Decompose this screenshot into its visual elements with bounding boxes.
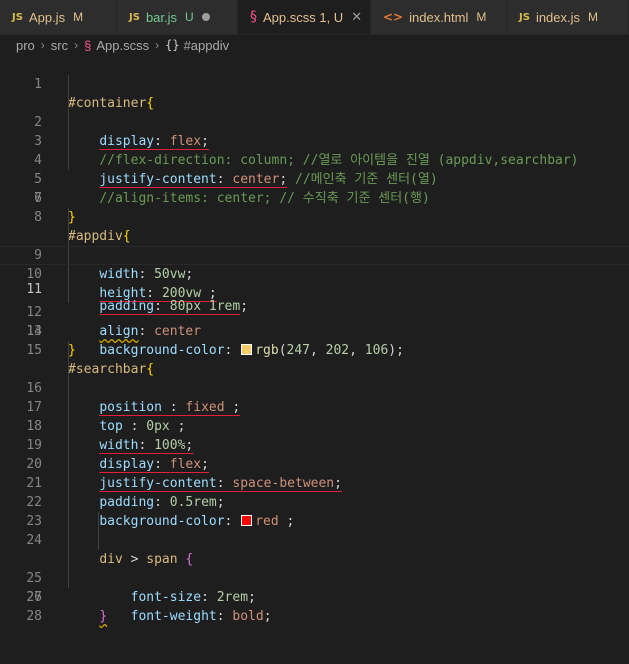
chevron-right-icon: › <box>155 38 160 52</box>
tab-app-js[interactable]: JS App.js M <box>0 0 117 34</box>
javascript-file-icon: JS <box>12 11 23 23</box>
code-line: 7 } <box>0 170 629 225</box>
tab-index-js[interactable]: JS index.js M <box>507 0 629 34</box>
git-status-badge: U <box>185 10 194 24</box>
code-line: 14 } <box>0 303 629 358</box>
code-line: 25 font-size: 2rem; <box>0 512 629 605</box>
code-line: 10 height: 200vw ; <box>0 227 629 301</box>
tab-app-scss[interactable]: § App.scss 1, U ✕ <box>238 0 371 34</box>
code-line: 8 #appdiv{ <box>0 189 629 244</box>
sass-file-icon: § <box>84 37 92 53</box>
code-line: 24 div > span { <box>0 493 629 567</box>
code-line: 18 width: 100%; <box>0 379 629 453</box>
javascript-file-icon: JS <box>519 11 530 23</box>
code-line: 1 #container{ <box>0 56 629 111</box>
chevron-right-icon: › <box>40 38 45 52</box>
git-status-badge: M <box>73 10 84 24</box>
code-line: 9 width: 50vw; <box>0 208 629 282</box>
code-line: 12 align: center <box>0 265 629 339</box>
breadcrumb-item-src[interactable]: src <box>51 38 68 53</box>
code-line: 4 justify-content: center; //메인축 기준 센터(열… <box>0 113 629 187</box>
symbol-class-icon: {} <box>165 38 180 52</box>
code-line: 21 padding: 0.5rem; <box>0 436 629 510</box>
code-line: 27 } <box>0 550 629 624</box>
code-line: 15 #searchbar{ <box>0 322 629 377</box>
tab-label: index.html <box>409 9 469 25</box>
breadcrumb: pro › src › § App.scss › {} #appdiv <box>0 34 629 56</box>
breadcrumb-item-file[interactable]: App.scss <box>96 38 149 53</box>
line-number: 28 <box>26 609 42 624</box>
brace: } <box>99 609 108 624</box>
code-line: 3 //flex-direction: column; //열로 아이템을 진열… <box>0 94 629 168</box>
code-line: 26 font-weight: bold; <box>0 531 629 624</box>
code-line: 6 <box>0 151 629 206</box>
code-editor[interactable]: 1 #container{ 2 display: flex; 3 //flex-… <box>0 56 629 624</box>
code-line: 28 <box>0 569 629 624</box>
code-line: 16 position : fixed ; <box>0 341 629 415</box>
code-line: 20 justify-content: space-between; <box>0 417 629 491</box>
tab-bar-js[interactable]: JS bar.js U <box>117 0 238 34</box>
chevron-right-icon: › <box>74 38 79 52</box>
tab-label: App.scss 1, U <box>263 9 344 25</box>
git-status-badge: M <box>476 10 487 24</box>
html-file-icon: <> <box>383 10 404 24</box>
tab-label: bar.js <box>145 9 178 25</box>
css-property: font-weight <box>130 609 217 624</box>
code-line: 19 display: flex; <box>0 398 629 472</box>
editor-tab-bar: JS App.js M JS bar.js U § App.scss 1, U … <box>0 0 629 35</box>
tab-label: index.js <box>535 9 581 25</box>
css-value: bold <box>232 609 264 624</box>
close-icon[interactable]: ✕ <box>351 9 362 25</box>
code-line: 22 background-color: red ; <box>0 455 629 529</box>
javascript-file-icon: JS <box>129 11 140 23</box>
css-value: 2rem <box>216 590 249 605</box>
code-line: 23 <box>0 474 629 529</box>
css-property: font-size <box>130 590 202 605</box>
tab-index-html[interactable]: <> index.html M <box>371 0 507 34</box>
code-line-current: 11 padding: 80px 1rem; <box>0 246 629 314</box>
code-line: 5 //align-items: center; // 수직축 기준 센터(행) <box>0 132 629 206</box>
sass-file-icon: § <box>250 9 257 25</box>
breadcrumb-item-pro[interactable]: pro <box>16 38 35 53</box>
code-line: 13 background-color: rgb(247, 202, 106); <box>0 284 629 358</box>
unsaved-dot-icon[interactable] <box>201 13 210 21</box>
code-line: 17 top : 0px ; <box>0 360 629 434</box>
breadcrumb-item-symbol[interactable]: #appdiv <box>184 38 230 53</box>
code-line: 2 display: flex; <box>0 75 629 149</box>
git-status-badge: M <box>588 10 599 24</box>
tab-label: App.js <box>28 9 66 25</box>
